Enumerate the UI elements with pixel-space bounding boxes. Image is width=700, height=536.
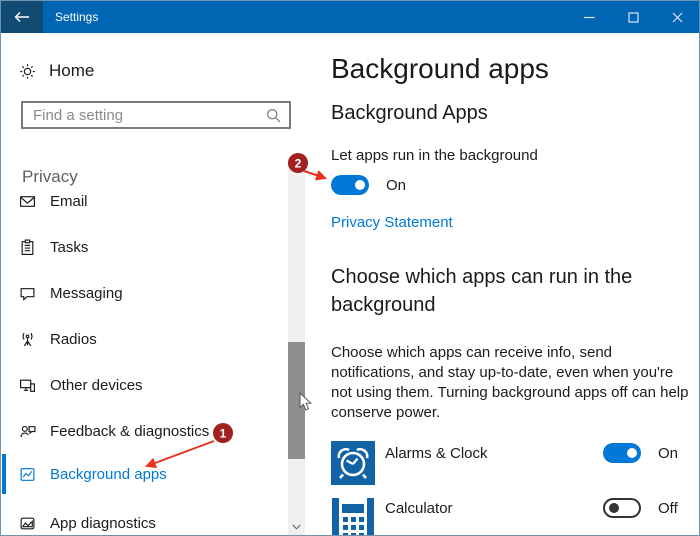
background-toggle-state: On [386, 177, 407, 194]
messaging-icon [19, 285, 36, 302]
search-icon[interactable] [266, 108, 281, 123]
gear-icon [19, 63, 36, 80]
app-name: Alarms & Clock [385, 445, 488, 462]
sidebar-item-home[interactable]: Home [2, 57, 94, 85]
maximize-button[interactable] [611, 1, 655, 33]
sidebar-scrollbar[interactable] [288, 157, 305, 535]
scrollbar-thumb[interactable] [288, 342, 305, 459]
radios-icon [19, 331, 36, 348]
sidebar-item-messaging[interactable]: Messaging [2, 273, 288, 313]
email-icon [19, 193, 36, 210]
app-name: Calculator [385, 500, 453, 517]
sidebar: Home Privacy Email Tas [2, 33, 311, 534]
minimize-button[interactable] [567, 1, 611, 33]
sidebar-item-email[interactable]: Email [2, 181, 288, 221]
privacy-statement-link[interactable]: Privacy Statement [331, 214, 453, 231]
background-apps-toggle[interactable] [331, 175, 369, 195]
alarms-clock-app-icon [331, 441, 375, 485]
app-toggle-state: On [658, 445, 679, 462]
titlebar: Settings [1, 1, 699, 33]
sidebar-item-radios[interactable]: Radios [2, 319, 288, 359]
tasks-icon [19, 238, 36, 256]
calculator-toggle[interactable] [603, 498, 641, 518]
search-box[interactable] [21, 101, 291, 129]
background-apps-heading: Background Apps [331, 102, 488, 124]
sidebar-item-background-apps[interactable]: Background apps [2, 454, 288, 494]
minimize-icon [583, 16, 594, 18]
app-diagnostics-icon [19, 515, 36, 532]
close-button[interactable] [655, 1, 699, 33]
app-toggle-state: Off [658, 500, 678, 517]
home-label: Home [49, 61, 95, 80]
feedback-icon [19, 423, 36, 440]
background-apps-icon [19, 466, 36, 483]
background-toggle-label: Let apps run in the background [331, 147, 538, 164]
sidebar-item-feedback-diagnostics[interactable]: Feedback & diagnostics [2, 411, 288, 451]
maximize-icon [627, 11, 639, 23]
selection-bar [2, 454, 6, 494]
page-title: Background apps [331, 53, 549, 84]
choose-apps-description: Choose which apps can receive info, send… [331, 344, 689, 421]
other-devices-icon [19, 377, 36, 394]
back-arrow-icon [14, 12, 29, 22]
alarms-clock-toggle[interactable] [603, 443, 641, 463]
scroll-down-button[interactable] [288, 518, 305, 535]
sidebar-item-app-diagnostics[interactable]: App diagnostics [2, 503, 288, 535]
settings-window: Settings Home Privacy [0, 0, 700, 536]
chevron-down-icon [292, 524, 301, 530]
main-content: Background apps Background Apps Let apps… [331, 33, 691, 535]
sidebar-item-other-devices[interactable]: Other devices [2, 365, 288, 405]
sidebar-item-tasks[interactable]: Tasks [2, 227, 288, 267]
choose-apps-heading: Choose which apps can run in the backgro… [331, 266, 633, 316]
back-button[interactable] [1, 1, 43, 33]
calculator-app-icon [331, 496, 375, 535]
chevron-up-icon [292, 162, 301, 168]
scroll-up-button[interactable] [288, 157, 305, 174]
close-icon [672, 12, 682, 22]
search-input[interactable] [23, 106, 266, 124]
window-title: Settings [55, 10, 99, 24]
